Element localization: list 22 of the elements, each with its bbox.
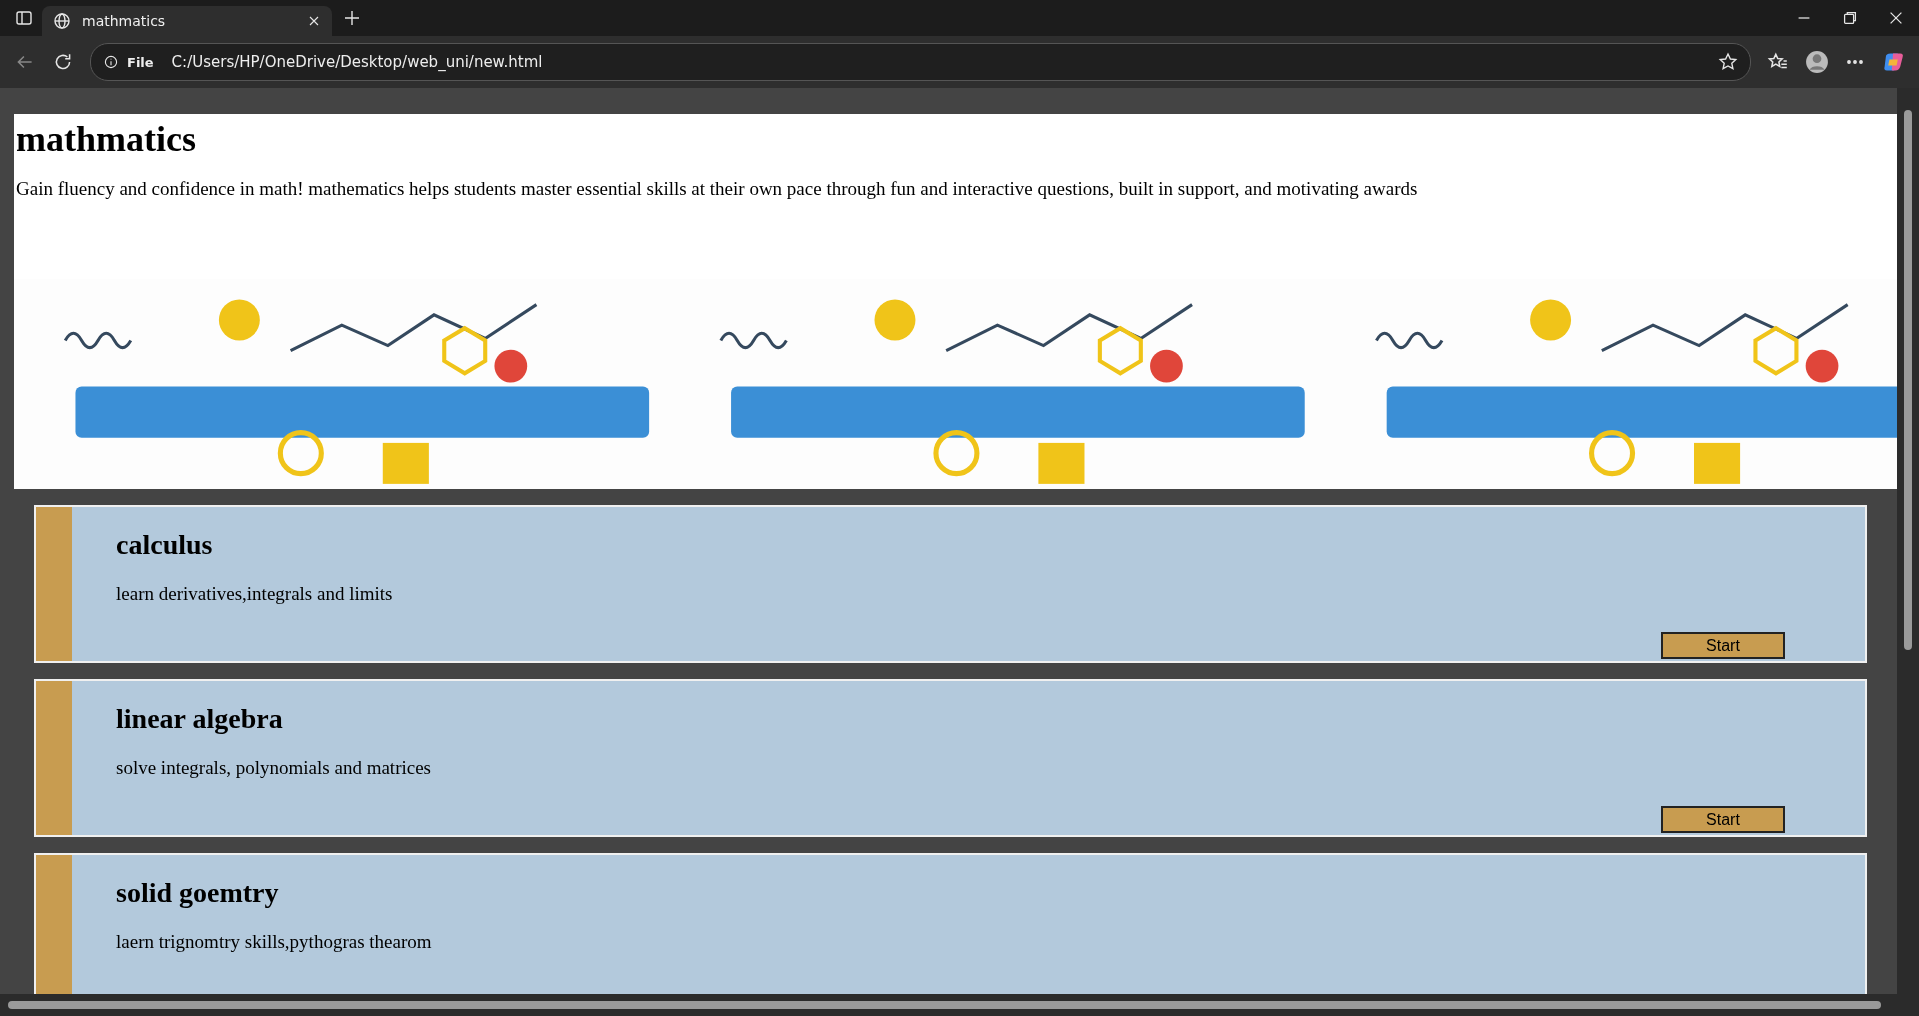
intro-text: Gain fluency and confidence in math! mathematics helps students master essential skills at their own pace through fun and interactive questions, built in support, and motivating awards	[16, 178, 1419, 200]
start-button[interactable]: Start	[1661, 632, 1785, 659]
course-description: solve integrals, polynomials and matrices	[116, 757, 431, 779]
page-title: mathmatics	[16, 118, 196, 160]
horizontal-scrollbar[interactable]	[0, 994, 1919, 1016]
browser-tab[interactable]: mathmatics	[42, 6, 332, 36]
address-bar[interactable]: File C:/Users/HP/OneDrive/Desktop/web_uni/new.html	[90, 43, 1751, 81]
course-title: calculus	[116, 529, 213, 561]
plus-icon[interactable]	[342, 8, 362, 28]
info-icon[interactable]	[103, 54, 119, 70]
restore-icon[interactable]	[1841, 9, 1859, 27]
course-description: learn derivatives,integrals and limits	[116, 583, 393, 605]
url-text: C:/Users/HP/OneDrive/Desktop/web_uni/new.html	[171, 53, 544, 71]
scheme-label: File	[127, 54, 154, 70]
profile-icon[interactable]	[1805, 50, 1829, 74]
globe-icon[interactable]	[52, 11, 72, 31]
sidebar-icon[interactable]	[14, 8, 34, 28]
star-icon[interactable]	[1718, 52, 1738, 72]
course-title: linear algebra	[116, 703, 283, 735]
course-title: solid goemtry	[116, 877, 279, 909]
course-description: laern trignomtry skills,pythogras thearom	[116, 931, 432, 953]
start-button[interactable]: Start	[1661, 806, 1785, 833]
